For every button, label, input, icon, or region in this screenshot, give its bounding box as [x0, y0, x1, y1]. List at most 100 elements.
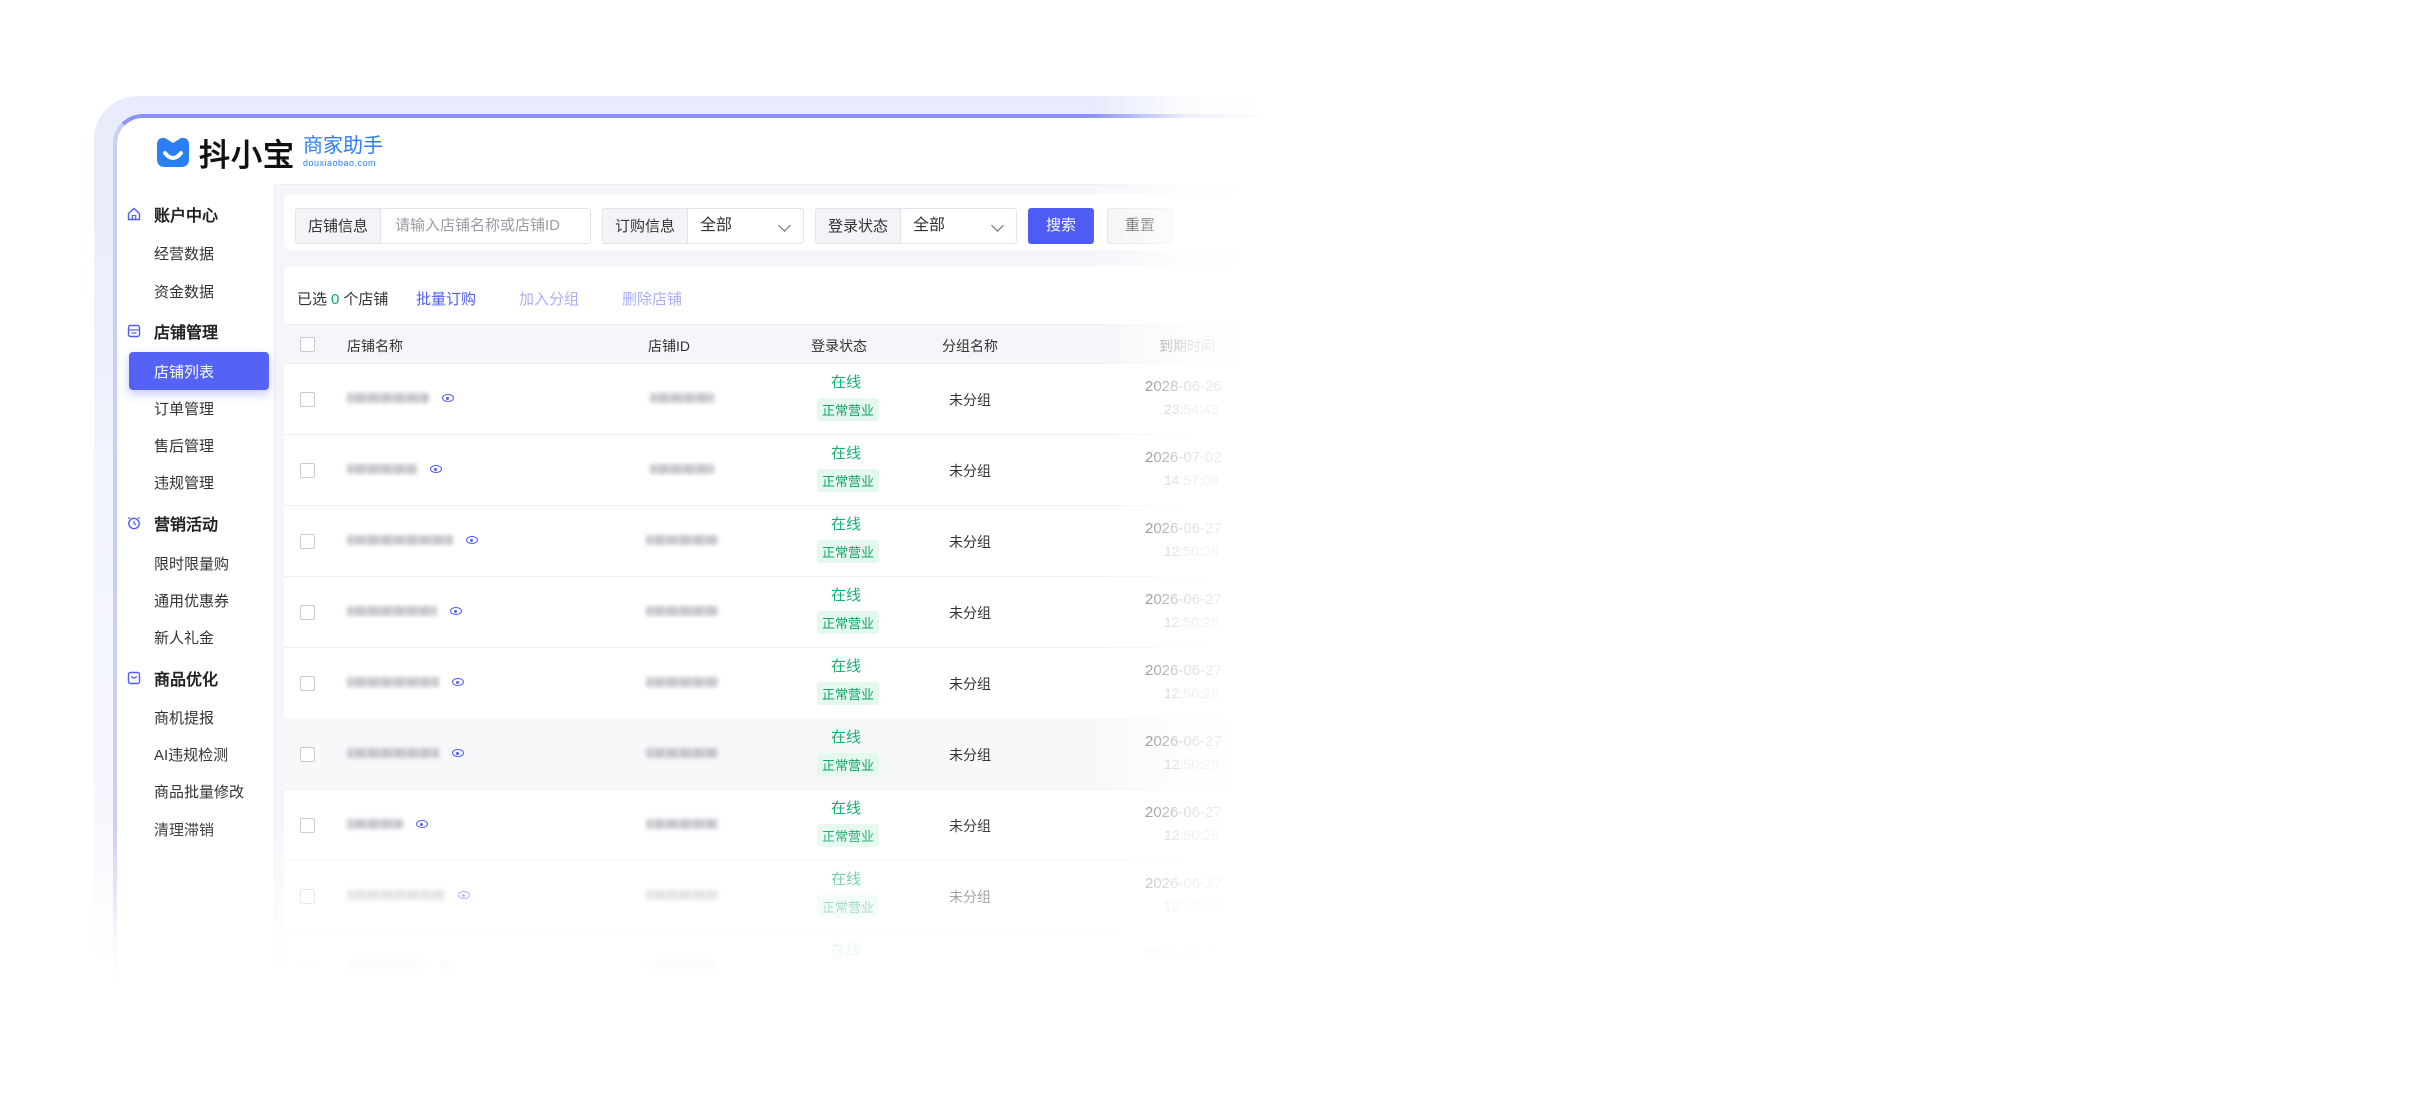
sidebar-item-violations[interactable]: 违规管理: [154, 472, 214, 493]
selection-count: 0: [331, 291, 340, 308]
login-status-label: 登录状态: [815, 208, 901, 244]
eye-icon[interactable]: [440, 962, 452, 970]
delete-shop-button[interactable]: 删除店铺: [622, 288, 682, 309]
eye-icon[interactable]: [452, 749, 464, 757]
filter-bar: 店铺信息 订购信息 全部 登录状态 全部 搜索 重置: [284, 194, 1853, 250]
logo-icon: [153, 135, 193, 169]
sidebar-item-flash-sale[interactable]: 限时限量购: [154, 553, 229, 574]
col-group-name[interactable]: 分组名称: [942, 336, 998, 356]
expire-date: 2026-06-27: [1145, 804, 1222, 821]
sidebar-group-marketing[interactable]: 营销活动: [127, 511, 218, 535]
row-checkbox[interactable]: [300, 818, 315, 833]
shop-id-redacted: [646, 819, 718, 829]
col-shop-name[interactable]: 店铺名称: [347, 336, 403, 356]
login-status-text: 在线: [831, 445, 862, 462]
table-row[interactable]: 在线 正常营业 未分组 2026-06-27 12:50:28: [284, 789, 1853, 861]
table-row[interactable]: 在线 正常营业 未分组 2026-06-27 12:50:28: [284, 647, 1853, 719]
sidebar-item-business-data[interactable]: 经营数据: [154, 243, 214, 264]
order-info-select[interactable]: 全部: [688, 208, 804, 244]
sidebar-item-clear-slow[interactable]: 清理滞销: [154, 819, 214, 840]
shop-id-redacted: [646, 748, 718, 758]
row-checkbox[interactable]: [300, 463, 315, 478]
shop-id-redacted: [646, 890, 718, 900]
expire-date: 2026-07-02: [1145, 449, 1222, 466]
sidebar-item-ai-check[interactable]: AI违规检测: [154, 744, 228, 765]
expire-time: 14:57:08: [1164, 472, 1219, 488]
chevron-down-icon: [991, 219, 1004, 232]
brand-logo[interactable]: 抖小宝 商家助手 douxiaobao.com: [153, 134, 383, 173]
sidebar-item-orders[interactable]: 订单管理: [154, 398, 214, 419]
table-row[interactable]: 在线 正常营业 未分组 2028-06-26 23:54:43: [284, 363, 1853, 435]
table-row[interactable]: 在线 正常营业 未分组 2026-06-27 12:50:28: [284, 718, 1853, 790]
row-checkbox[interactable]: [300, 676, 315, 691]
batch-order-button[interactable]: 批量订购: [416, 288, 476, 309]
shop-name-redacted: [347, 819, 403, 829]
sidebar-item-after-sales[interactable]: 售后管理: [154, 435, 214, 456]
business-status-badge: 正常营业: [817, 824, 880, 847]
selection-summary: 已选 0 个店铺: [297, 288, 388, 309]
eye-icon[interactable]: [442, 394, 454, 402]
col-login-status[interactable]: 登录状态: [811, 336, 867, 356]
eye-icon[interactable]: [466, 536, 478, 544]
shop-name-redacted: [347, 890, 445, 900]
table-row[interactable]: 在线 正常营业 未分组 2026-06-27 12:50:28: [284, 860, 1853, 932]
shop-name-redacted: [347, 464, 417, 474]
sidebar-group-store[interactable]: 店铺管理: [127, 319, 218, 343]
brand-domain: douxiaobao.com: [303, 158, 377, 168]
row-checkbox[interactable]: [300, 605, 315, 620]
shop-name-redacted: [347, 535, 453, 545]
row-checkbox[interactable]: [300, 392, 315, 407]
search-button[interactable]: 搜索: [1028, 208, 1094, 244]
shop-id-redacted: [646, 677, 718, 687]
sidebar-item-batch-edit[interactable]: 商品批量修改: [154, 781, 244, 802]
sidebar-item-coupons[interactable]: 通用优惠券: [154, 590, 229, 611]
business-status-badge: 正常营业: [817, 682, 880, 705]
shop-id-redacted: [650, 464, 714, 474]
sidebar-group-label: 商品优化: [154, 672, 219, 689]
shop-name-redacted: [347, 677, 439, 687]
business-status-badge: 正常营业: [817, 540, 880, 563]
shop-id-redacted: [646, 961, 718, 971]
top-bar: 抖小宝 商家助手 douxiaobao.com: [117, 118, 1853, 185]
eye-icon[interactable]: [450, 607, 462, 615]
reset-button[interactable]: 重置: [1107, 208, 1173, 244]
sidebar-item-fund-data[interactable]: 资金数据: [154, 281, 214, 302]
select-all-checkbox[interactable]: [300, 337, 315, 352]
table-row[interactable]: 在线 正常营业 未分组 2026-07-02 14:57:08: [284, 434, 1853, 506]
order-info-label: 订购信息: [602, 208, 688, 244]
row-checkbox[interactable]: [300, 747, 315, 762]
eye-icon[interactable]: [430, 465, 442, 473]
selection-prefix: 已选: [297, 291, 328, 308]
sidebar-group-label: 营销活动: [154, 517, 219, 534]
eye-icon[interactable]: [458, 891, 470, 899]
alarm-clock-icon: [127, 516, 141, 530]
row-checkbox[interactable]: [300, 889, 315, 904]
eye-icon[interactable]: [452, 678, 464, 686]
business-status-badge: 正常营业: [817, 398, 880, 421]
sidebar-group-account[interactable]: 账户中心: [127, 202, 218, 226]
login-status-select[interactable]: 全部: [901, 208, 1017, 244]
shop-id-redacted: [646, 606, 718, 616]
group-name: 未分组: [949, 818, 991, 834]
row-checkbox[interactable]: [300, 534, 315, 549]
sidebar-item-newcomer-gift[interactable]: 新人礼金: [154, 627, 214, 648]
expire-date: 2026-06-27: [1145, 520, 1222, 537]
col-expire-time[interactable]: 到期时间: [1159, 336, 1215, 356]
eye-icon[interactable]: [416, 820, 428, 828]
sidebar-item-label: 店铺列表: [154, 364, 215, 381]
table-row[interactable]: 在线 正常营业 未分组 2026-06-27 12:50:28: [284, 505, 1853, 577]
expire-date: 2026-06-27: [1145, 946, 1222, 963]
shop-id-redacted: [646, 535, 718, 545]
sidebar-group-product[interactable]: 商品优化: [127, 666, 218, 690]
sidebar-item-shop-list[interactable]: 店铺列表: [129, 352, 269, 390]
group-name: 未分组: [949, 605, 991, 621]
col-shop-id[interactable]: 店铺ID: [648, 336, 690, 356]
shop-search-input[interactable]: [393, 216, 607, 235]
shop-search-field[interactable]: [381, 208, 607, 244]
sidebar-item-opportunity[interactable]: 商机提报: [154, 707, 214, 728]
add-group-button[interactable]: 加入分组: [519, 288, 579, 309]
table-row[interactable]: 在线 2026-06-27: [284, 931, 1853, 1003]
expire-date: 2026-06-27: [1145, 733, 1222, 750]
row-checkbox[interactable]: [300, 960, 315, 975]
table-row[interactable]: 在线 正常营业 未分组 2026-06-27 12:50:28: [284, 576, 1853, 648]
